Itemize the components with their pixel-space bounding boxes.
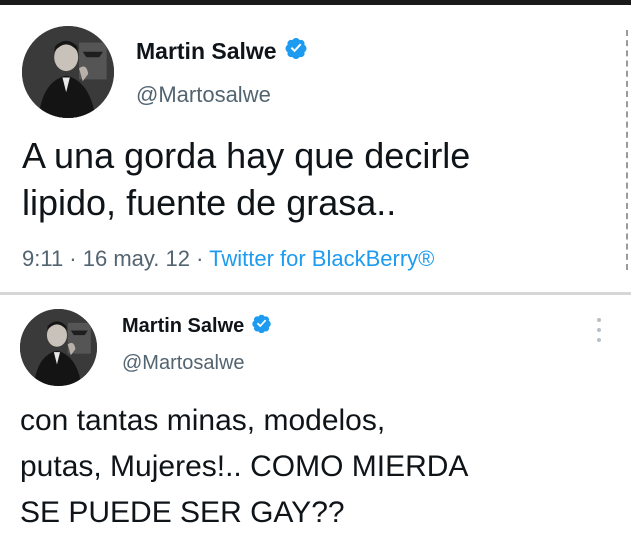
tweet-source-link[interactable]: Twitter for BlackBerry® xyxy=(209,246,434,271)
top-border xyxy=(0,0,631,5)
meta-separator: · xyxy=(63,246,83,271)
author-handle[interactable]: @Martosalwe xyxy=(122,352,245,375)
tweet-date[interactable]: 16 may. 12 xyxy=(83,246,190,271)
avatar[interactable] xyxy=(20,309,97,386)
author-name[interactable]: Martin Salwe xyxy=(122,315,244,338)
verified-badge-icon xyxy=(284,36,308,66)
author-name[interactable]: Martin Salwe xyxy=(136,38,277,65)
verified-badge-icon xyxy=(251,313,272,340)
author-name-row[interactable]: Martin Salwe xyxy=(122,313,272,340)
author-name-row[interactable]: Martin Salwe xyxy=(136,36,308,66)
meta-separator: · xyxy=(189,246,210,271)
scroll-edge xyxy=(626,30,628,270)
profile-photo-icon xyxy=(22,26,114,118)
tweet-text: A una gorda hay que decirle lipido, fuen… xyxy=(22,135,471,223)
author-handle[interactable]: @Martosalwe xyxy=(136,82,271,108)
more-vertical-icon[interactable] xyxy=(592,318,606,342)
tweet-text: con tantas minas, modelos, putas, Mujere… xyxy=(20,404,469,529)
divider xyxy=(0,292,631,295)
profile-photo-icon xyxy=(20,309,97,386)
tweet-time[interactable]: 9:11 xyxy=(22,246,63,271)
avatar[interactable] xyxy=(22,26,114,118)
tweet-metadata: 9:11 · 16 may. 12 · Twitter for BlackBer… xyxy=(22,246,434,272)
